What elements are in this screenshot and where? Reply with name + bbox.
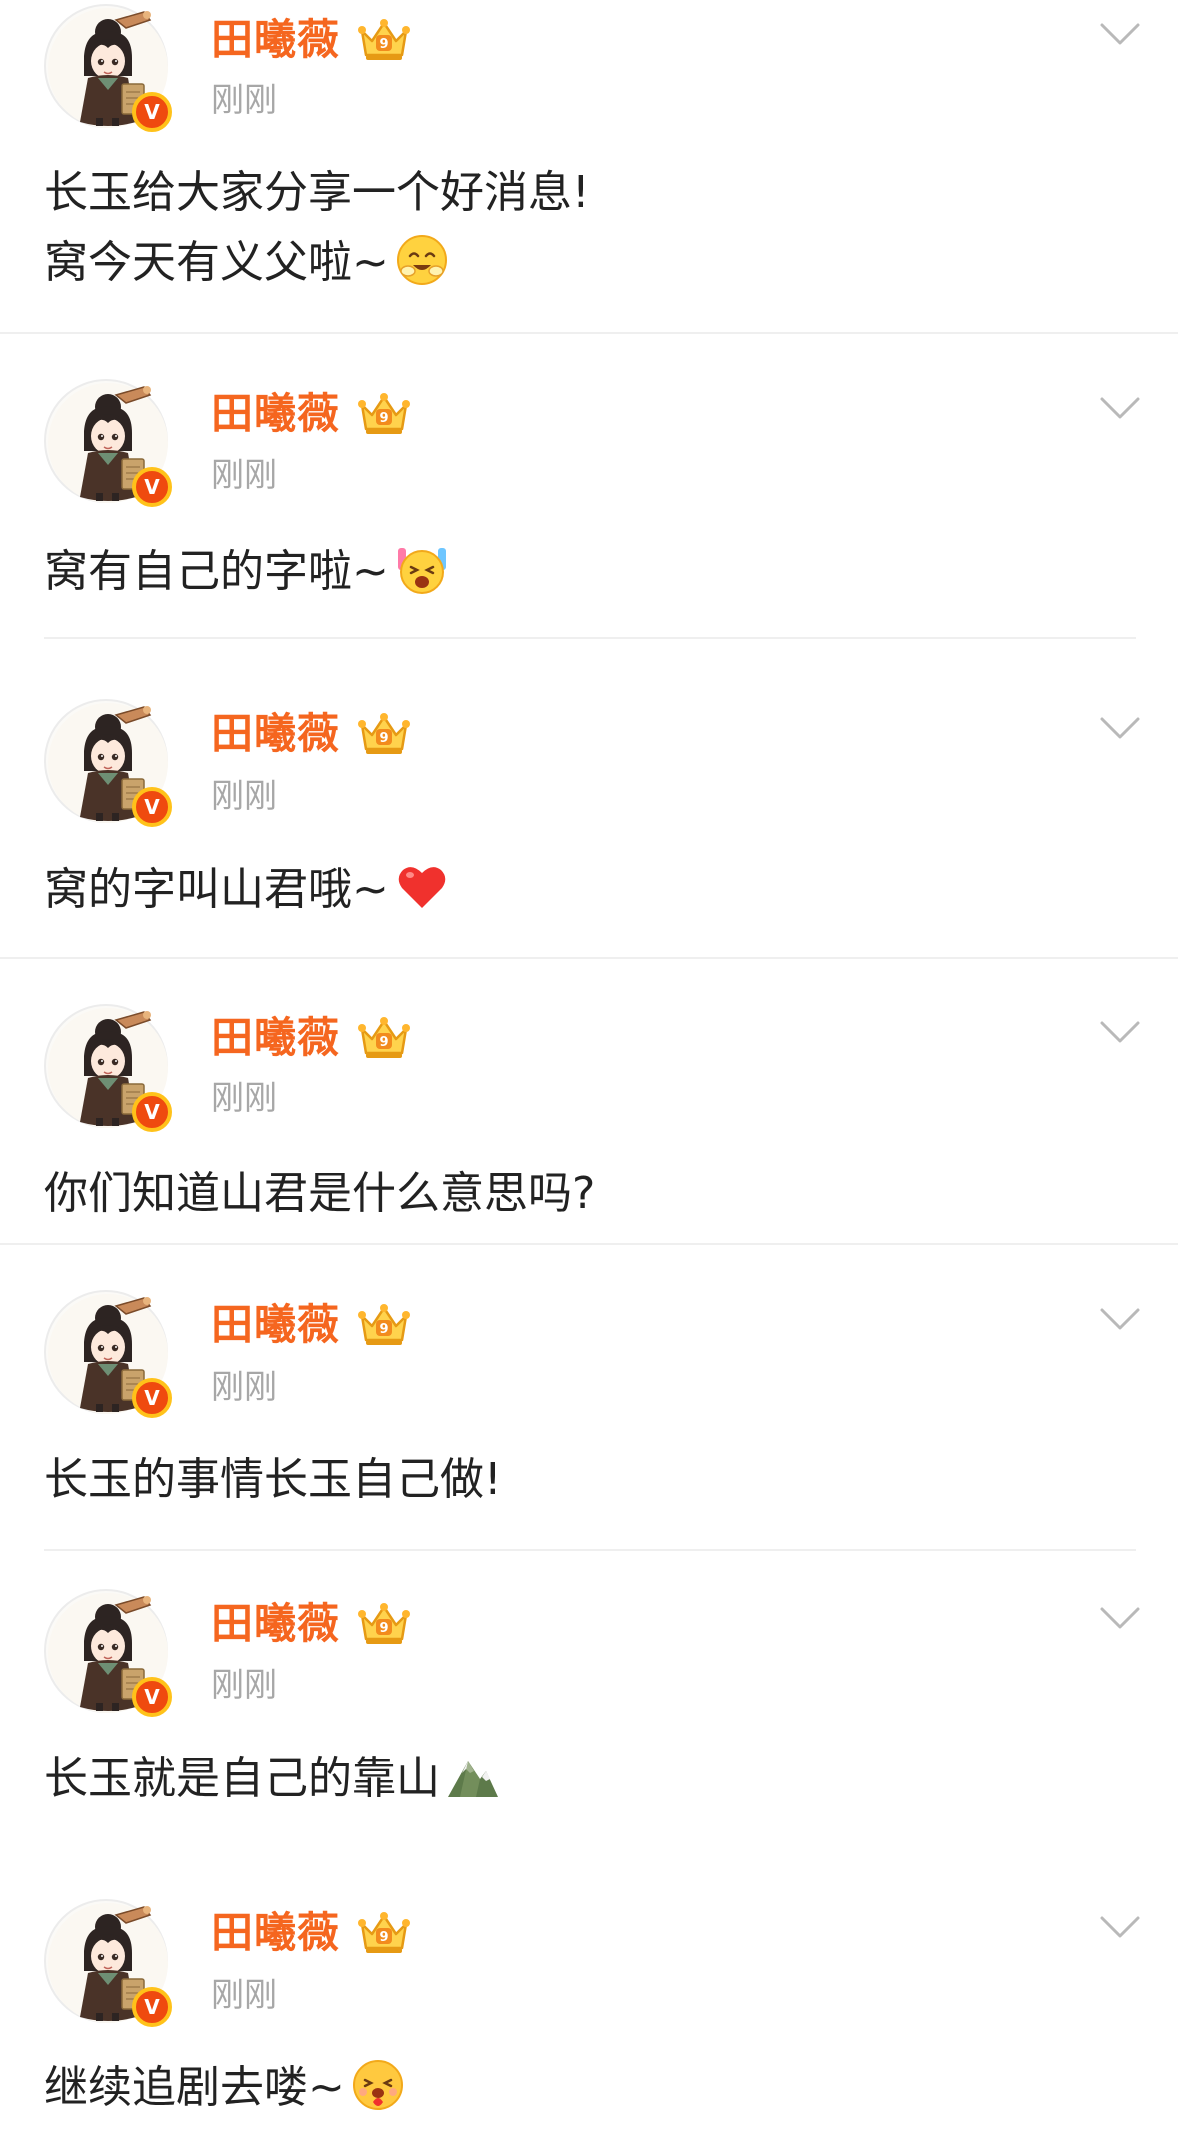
post-text-line: 你们知道山君是什么意思吗? xyxy=(44,1168,596,1219)
post-timestamp: 刚刚 xyxy=(211,455,277,494)
svg-text:9: 9 xyxy=(379,1322,388,1337)
author-name[interactable]: 田曦薇 xyxy=(211,1908,340,1958)
avatar[interactable]: V xyxy=(44,1004,172,1132)
crown-level-icon[interactable]: 9 xyxy=(356,391,412,437)
chevron-down-icon[interactable] xyxy=(1098,21,1142,47)
svg-text:9: 9 xyxy=(379,411,388,426)
avatar[interactable]: V xyxy=(44,1290,172,1418)
author-name[interactable]: 田曦薇 xyxy=(211,389,340,439)
post-text: 窝的字叫山君哦~ xyxy=(44,855,449,925)
post-text: 你们知道山君是什么意思吗? xyxy=(44,1159,595,1229)
verified-badge-icon: V xyxy=(132,467,172,507)
post-text-line: 窝今天有义父啦~ xyxy=(44,237,389,288)
post-text: 窝有自己的字啦~ xyxy=(44,537,449,607)
post-text: 长玉就是自己的靠山 xyxy=(44,1744,500,1814)
mountain-icon xyxy=(446,1749,500,1803)
crown-level-icon[interactable]: 9 xyxy=(356,1302,412,1348)
hugging-face-icon xyxy=(351,2058,405,2112)
author-name[interactable]: 田曦薇 xyxy=(211,1013,340,1063)
post-timestamp: 刚刚 xyxy=(211,776,277,815)
post-text: 窝今天有义父啦~ xyxy=(44,228,449,298)
post-text-line: 长玉的事情长玉自己做! xyxy=(44,1454,502,1505)
svg-text:9: 9 xyxy=(379,37,388,52)
author-name[interactable]: 田曦薇 xyxy=(211,1300,340,1350)
chevron-down-icon[interactable] xyxy=(1098,1914,1142,1940)
post-text-line: 继续追剧去喽~ xyxy=(44,2062,345,2113)
avatar[interactable]: V xyxy=(44,1899,172,2027)
crown-level-icon[interactable]: 9 xyxy=(356,711,412,757)
post-text-line: 长玉就是自己的靠山 xyxy=(44,1753,440,1804)
post-divider xyxy=(0,957,1178,959)
post-text: 长玉给大家分享一个好消息! xyxy=(44,158,590,228)
avatar[interactable]: V xyxy=(44,4,172,132)
author-name[interactable]: 田曦薇 xyxy=(211,15,340,65)
cheering-face-icon xyxy=(395,542,449,596)
chevron-down-icon[interactable] xyxy=(1098,1306,1142,1332)
chevron-down-icon[interactable] xyxy=(1098,715,1142,741)
verified-badge-icon: V xyxy=(132,1092,172,1132)
red-heart-icon xyxy=(395,860,449,914)
verified-badge-icon: V xyxy=(132,92,172,132)
post-timestamp: 刚刚 xyxy=(211,80,277,119)
post-text-line: 窝的字叫山君哦~ xyxy=(44,864,389,915)
author-name[interactable]: 田曦薇 xyxy=(211,1599,340,1649)
svg-text:9: 9 xyxy=(379,1035,388,1050)
crown-level-icon[interactable]: 9 xyxy=(356,17,412,63)
verified-badge-icon: V xyxy=(132,1677,172,1717)
crown-level-icon[interactable]: 9 xyxy=(356,1601,412,1647)
post-timestamp: 刚刚 xyxy=(211,1078,277,1117)
post-timestamp: 刚刚 xyxy=(211,1975,277,2014)
verified-badge-icon: V xyxy=(132,1378,172,1418)
avatar[interactable]: V xyxy=(44,379,172,507)
verified-badge-icon: V xyxy=(132,787,172,827)
svg-text:9: 9 xyxy=(379,1621,388,1636)
post-divider xyxy=(0,332,1178,334)
post-text: 继续追剧去喽~ xyxy=(44,2053,405,2123)
post-divider xyxy=(44,637,1136,639)
chevron-down-icon[interactable] xyxy=(1098,395,1142,421)
post-text: 长玉的事情长玉自己做! xyxy=(44,1445,502,1515)
post-divider xyxy=(44,1549,1136,1551)
post-timestamp: 刚刚 xyxy=(211,1367,277,1406)
author-name[interactable]: 田曦薇 xyxy=(211,709,340,759)
avatar[interactable]: V xyxy=(44,699,172,827)
chevron-down-icon[interactable] xyxy=(1098,1605,1142,1631)
post-text-line: 窝有自己的字啦~ xyxy=(44,546,389,597)
post-text-line: 长玉给大家分享一个好消息! xyxy=(44,167,590,218)
post-divider xyxy=(0,1243,1178,1245)
chevron-down-icon[interactable] xyxy=(1098,1019,1142,1045)
crown-level-icon[interactable]: 9 xyxy=(356,1015,412,1061)
svg-text:9: 9 xyxy=(379,731,388,746)
post-timestamp: 刚刚 xyxy=(211,1665,277,1704)
verified-badge-icon: V xyxy=(132,1987,172,2027)
svg-text:9: 9 xyxy=(379,1930,388,1945)
smiling-face-icon xyxy=(395,233,449,287)
avatar[interactable]: V xyxy=(44,1589,172,1717)
crown-level-icon[interactable]: 9 xyxy=(356,1910,412,1956)
